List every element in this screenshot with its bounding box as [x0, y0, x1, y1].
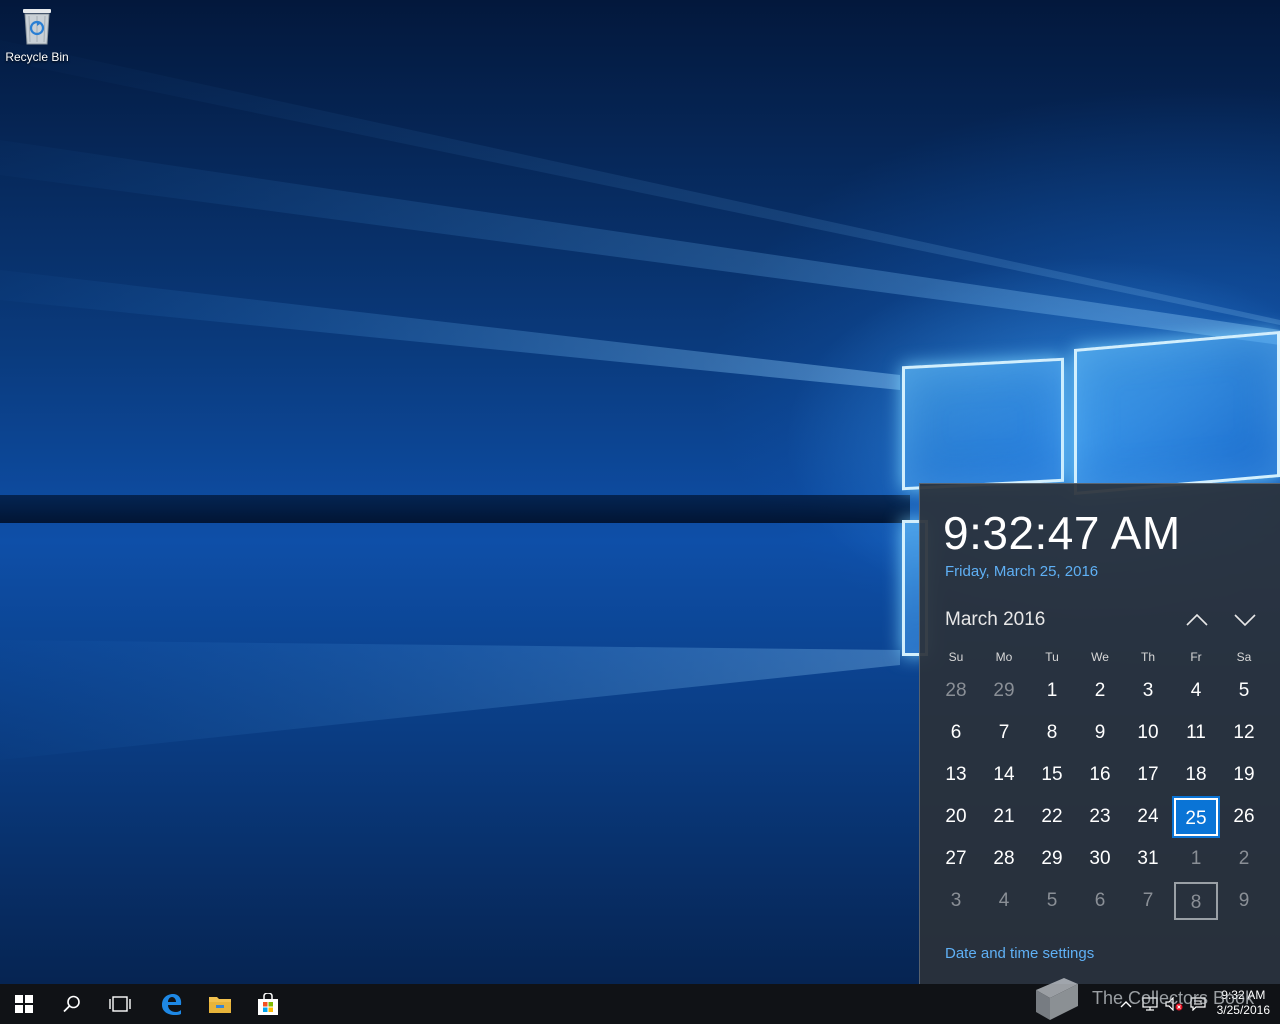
wallpaper-window-pane [1074, 330, 1280, 496]
day-of-week-label: Su [948, 650, 964, 664]
wallpaper-shadow-band [0, 495, 910, 523]
volume-button[interactable] [1162, 984, 1186, 1024]
calendar-day[interactable]: 5 [1028, 880, 1076, 922]
calendar-day[interactable]: 29 [980, 670, 1028, 712]
network-button[interactable] [1138, 984, 1162, 1024]
task-view-button[interactable] [96, 984, 144, 1024]
show-hidden-icons-button[interactable] [1114, 984, 1138, 1024]
recycle-bin-icon [20, 6, 54, 46]
calendar-day[interactable]: 8 [1028, 712, 1076, 754]
store-icon [258, 993, 278, 1015]
calendar-week-row: 13 14 15 16 17 18 19 [932, 754, 1268, 796]
calendar-day-focused[interactable]: 8 [1174, 882, 1218, 920]
task-view-icon [109, 996, 131, 1012]
recycle-bin-label: Recycle Bin [5, 50, 69, 64]
calendar-day[interactable]: 6 [932, 712, 980, 754]
calendar-day[interactable]: 7 [980, 712, 1028, 754]
start-button[interactable] [0, 984, 48, 1024]
calendar-day[interactable]: 16 [1076, 754, 1124, 796]
store-taskbar-button[interactable] [244, 984, 292, 1024]
calendar-day[interactable]: 23 [1076, 796, 1124, 838]
calendar-day[interactable]: 17 [1124, 754, 1172, 796]
calendar-day[interactable]: 4 [1172, 670, 1220, 712]
calendar-day[interactable]: 3 [1124, 670, 1172, 712]
calendar-day[interactable]: 21 [980, 796, 1028, 838]
calendar-week-row: 3 4 5 6 7 8 9 [932, 880, 1268, 922]
edge-icon [162, 994, 182, 1015]
calendar-day[interactable]: 2 [1220, 838, 1268, 880]
calendar-day[interactable]: 29 [1028, 838, 1076, 880]
search-button[interactable] [48, 984, 96, 1024]
chevron-down-icon [1234, 614, 1256, 627]
action-center-icon [1190, 997, 1206, 1011]
file-explorer-taskbar-button[interactable] [196, 984, 244, 1024]
chevron-up-icon [1186, 613, 1208, 626]
tray-chevron-icon [1120, 1001, 1132, 1008]
date-time-flyout: 9:32:47 AM Friday, March 25, 2016 March … [919, 483, 1280, 985]
calendar-day[interactable]: 28 [932, 670, 980, 712]
calendar-day[interactable]: 27 [932, 838, 980, 880]
taskbar-clock-date: 3/25/2016 [1216, 1003, 1270, 1017]
calendar-day[interactable]: 15 [1028, 754, 1076, 796]
calendar-week-row: 20 21 22 23 24 25 26 [932, 796, 1268, 838]
calendar-week-row: 27 28 29 30 31 1 2 [932, 838, 1268, 880]
day-of-week-label: We [1091, 650, 1109, 664]
recycle-bin-shortcut[interactable]: Recycle Bin [4, 6, 70, 64]
wallpaper-window-pane [902, 357, 1064, 491]
calendar-day[interactable]: 10 [1124, 712, 1172, 754]
calendar-day[interactable]: 11 [1172, 712, 1220, 754]
flyout-clock-time: 9:32:47 AM [943, 507, 1181, 559]
start-icon [15, 995, 33, 1013]
calendar-day-today[interactable]: 25 [1172, 796, 1220, 838]
calendar-day[interactable]: 24 [1124, 796, 1172, 838]
calendar-day[interactable]: 1 [1172, 838, 1220, 880]
network-icon [1142, 997, 1158, 1011]
volume-muted-icon [1165, 997, 1183, 1011]
calendar-day[interactable]: 9 [1220, 880, 1268, 922]
calendar-day[interactable]: 12 [1220, 712, 1268, 754]
calendar-day[interactable]: 18 [1172, 754, 1220, 796]
taskbar-clock[interactable]: 9:32 AM 3/25/2016 [1217, 988, 1270, 1018]
previous-month-button[interactable] [1182, 606, 1212, 634]
calendar-day[interactable]: 4 [980, 880, 1028, 922]
day-of-week-label: Tu [1045, 650, 1059, 664]
action-center-button[interactable] [1186, 984, 1210, 1024]
calendar-day[interactable]: 31 [1124, 838, 1172, 880]
edge-taskbar-button[interactable] [147, 984, 195, 1024]
next-month-button[interactable] [1230, 606, 1260, 634]
calendar-day[interactable]: 20 [932, 796, 980, 838]
day-of-week-label: Th [1140, 650, 1155, 664]
calendar-day[interactable]: 30 [1076, 838, 1124, 880]
calendar-day[interactable]: 2 [1076, 670, 1124, 712]
taskbar: 9:32 AM 3/25/2016 [0, 984, 1280, 1024]
day-of-week-label: Fr [1190, 650, 1202, 664]
day-of-week-label: Sa [1236, 650, 1252, 664]
flyout-full-date[interactable]: Friday, March 25, 2016 [945, 563, 1098, 580]
date-time-settings-link[interactable]: Date and time settings [945, 945, 1094, 962]
calendar-week-row: 28 29 1 2 3 4 5 [932, 670, 1268, 712]
calendar-day[interactable]: 19 [1220, 754, 1268, 796]
calendar-day[interactable]: 14 [980, 754, 1028, 796]
file-explorer-icon [209, 997, 231, 1013]
calendar-week-row: 6 7 8 9 10 11 12 [932, 712, 1268, 754]
calendar-day[interactable]: 6 [1076, 880, 1124, 922]
taskbar-clock-time: 9:32 AM [1221, 988, 1266, 1002]
calendar-day[interactable]: 28 [980, 838, 1028, 880]
calendar-day[interactable]: 5 [1220, 670, 1268, 712]
day-of-week-label: Mo [995, 650, 1013, 664]
calendar-month-label[interactable]: March 2016 [945, 609, 1045, 631]
calendar-day[interactable]: 26 [1220, 796, 1268, 838]
calendar-day[interactable]: 3 [932, 880, 980, 922]
calendar-day[interactable]: 13 [932, 754, 980, 796]
days-of-week-header: Su Mo Tu We Th Fr Sa [932, 650, 1268, 666]
calendar-grid: Su Mo Tu We Th Fr Sa 28 29 1 2 3 4 5 6 7… [932, 650, 1268, 922]
calendar-day[interactable]: 7 [1124, 880, 1172, 922]
calendar-day[interactable]: 22 [1028, 796, 1076, 838]
calendar-day[interactable]: 9 [1076, 712, 1124, 754]
calendar-day[interactable]: 1 [1028, 670, 1076, 712]
search-icon [63, 995, 80, 1013]
